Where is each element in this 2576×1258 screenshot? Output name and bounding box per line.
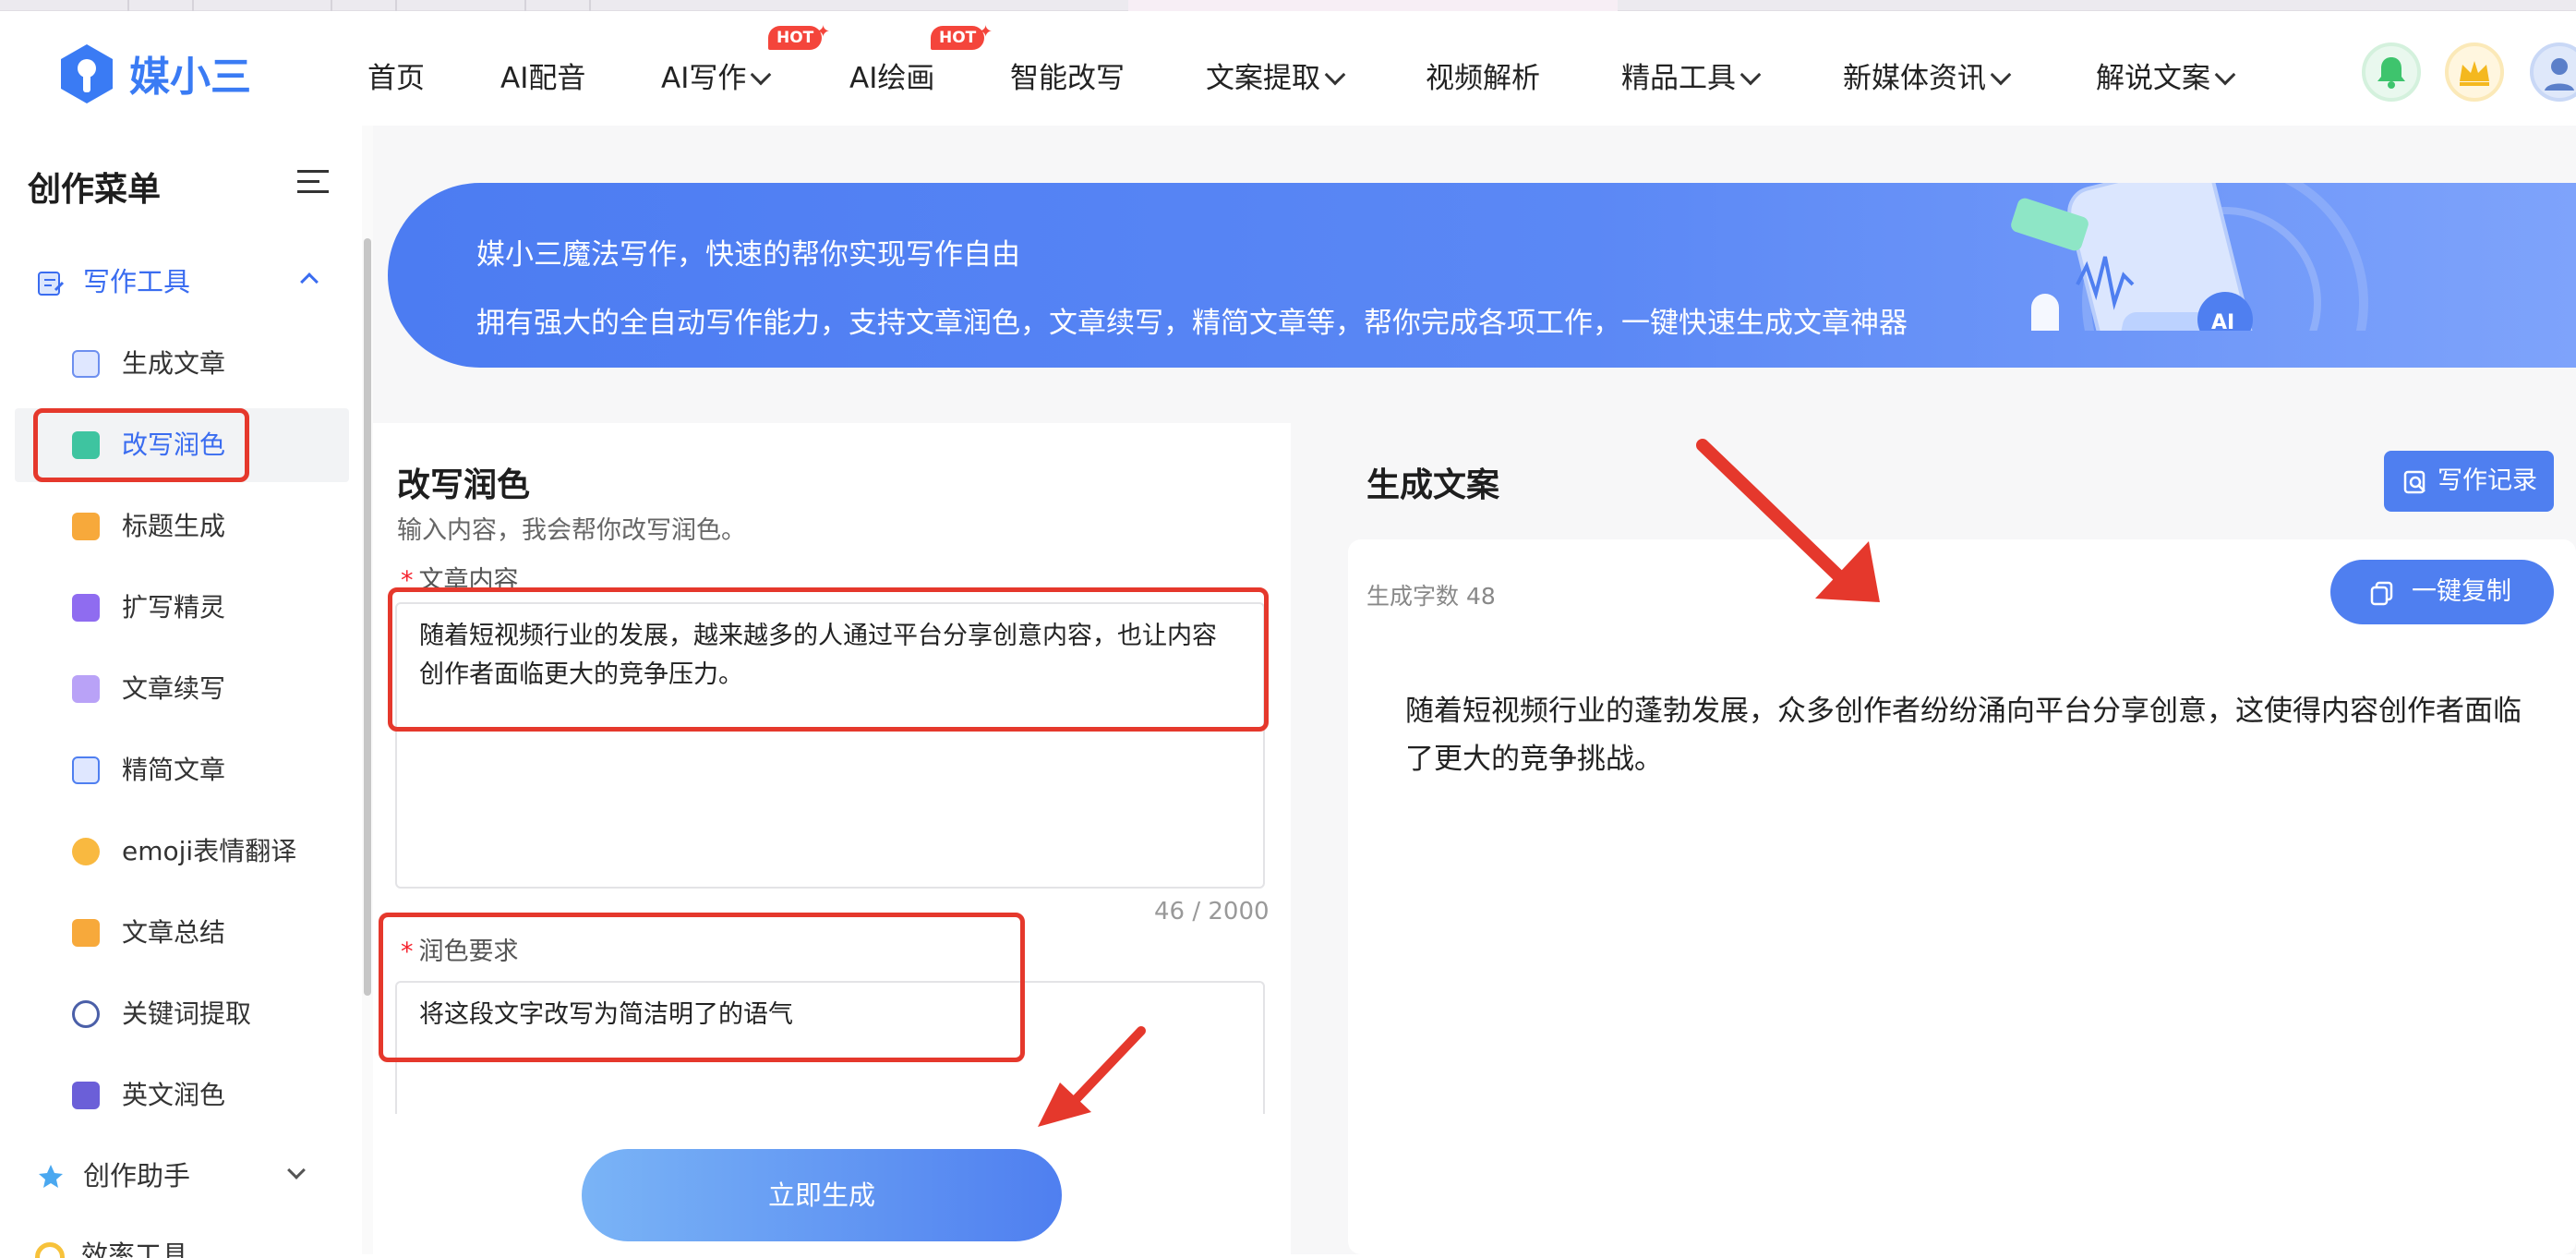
banner-description: 拥有强大的全自动写作能力，支持文章润色，文章续写，精简文章等，帮你完成各项工作，… — [476, 307, 1908, 340]
svg-text:AI: AI — [2211, 311, 2234, 331]
brand-name: 媒小三 — [129, 54, 251, 101]
form-subtitle: 输入内容，我会帮你改写润色。 — [397, 516, 746, 545]
chevron-down-icon — [751, 64, 772, 86]
condense-icon — [72, 756, 100, 784]
hot-badge: HOT — [931, 26, 985, 50]
sidebar: 创作菜单 写作工具 生成文章 改写润色 标题生成 扩写精灵 文章续写 精简文章 … — [0, 126, 362, 1258]
star-icon — [39, 1165, 63, 1188]
sidebar-item-condense[interactable]: 精简文章 — [15, 733, 349, 807]
copy-all-button[interactable]: 一键复制 — [2330, 560, 2554, 624]
sidebar-scroll-thumb[interactable] — [364, 238, 371, 996]
sidebar-group-writing-tools[interactable]: 写作工具 — [35, 257, 319, 307]
nav-ai-voice[interactable]: AI配音 — [500, 55, 585, 102]
history-icon — [2403, 470, 2426, 493]
summary-icon — [72, 919, 100, 947]
chevron-down-icon — [2214, 64, 2236, 86]
chevron-up-icon — [300, 272, 319, 291]
arrow-annotation-icon — [1038, 1026, 1146, 1127]
chevron-down-icon — [1324, 64, 1346, 86]
copy-icon — [2370, 581, 2393, 605]
arrow-annotation-icon — [1696, 439, 1880, 602]
hero-banner: 媒小三魔法写作，快速的帮你实现写作自由 拥有强大的全自动写作能力，支持文章润色，… — [388, 183, 2576, 368]
sidebar-item-expand[interactable]: 扩写精灵 — [15, 571, 349, 645]
sidebar-item-summary[interactable]: 文章总结 — [15, 896, 349, 970]
sidebar-group-assistant[interactable]: 创作助手 — [35, 1151, 306, 1201]
highlight-box-content — [388, 587, 1269, 732]
sidebar-title: 创作菜单 — [28, 171, 162, 209]
target-icon — [72, 1000, 100, 1028]
emoji-icon — [72, 838, 100, 865]
expand-icon — [72, 594, 100, 622]
nav-premium-tools[interactable]: 精品工具 — [1621, 55, 1762, 102]
banner-headline: 媒小三魔法写作，快速的帮你实现写作自由 — [476, 238, 1020, 272]
nav-media-news[interactable]: 新媒体资讯 — [1843, 55, 2012, 102]
sidebar-item-english[interactable]: 英文润色 — [15, 1058, 349, 1132]
nav-commentary[interactable]: 解说文案 — [2096, 55, 2236, 102]
sidebar-item-generate-article[interactable]: 生成文章 — [15, 327, 349, 401]
generate-button[interactable]: 立即生成 — [582, 1149, 1062, 1241]
sparkle-icon: ✦ — [979, 22, 993, 42]
hot-badge: HOT — [768, 26, 823, 50]
english-icon — [72, 1082, 100, 1109]
result-card — [1348, 539, 2576, 1254]
pen-icon — [72, 675, 100, 703]
top-nav: 媒小三 首页 AI配音 AI写作 HOT ✦ AI绘画 HOT ✦ 智能改写 文… — [0, 11, 2576, 126]
nav-smart-rewrite[interactable]: 智能改写 — [1010, 55, 1125, 102]
writing-history-button[interactable]: 写作记录 — [2384, 451, 2554, 512]
browser-active-tab[interactable] — [1128, 0, 1618, 11]
sparkle-icon: ✦ — [816, 22, 831, 42]
char-counter: 46 / 2000 — [1154, 898, 1270, 925]
chevron-down-icon — [1739, 64, 1762, 86]
result-text[interactable]: 随着短视频行业的蓬勃发展，众多创作者纷纷涌向平台分享创意，这使得内容创作者面临了… — [1405, 687, 2528, 783]
user-avatar[interactable] — [2530, 42, 2576, 102]
highlight-box-requirement — [379, 913, 1025, 1062]
highlight-box-sidebar — [33, 408, 249, 482]
sidebar-item-emoji[interactable]: emoji表情翻译 — [15, 815, 349, 889]
article-icon — [72, 350, 100, 378]
sidebar-item-continue[interactable]: 文章续写 — [15, 652, 349, 726]
sidebar-item-title-gen[interactable]: 标题生成 — [15, 490, 349, 563]
crown-icon[interactable] — [2445, 42, 2504, 102]
generated-count: 生成字数 48 — [1366, 583, 1496, 610]
title-icon — [72, 513, 100, 540]
sidebar-item-keyword[interactable]: 关键词提取 — [15, 977, 349, 1051]
nav-copy-extract[interactable]: 文案提取 — [1206, 55, 1346, 102]
nav-ai-painting[interactable]: AI绘画 — [849, 55, 934, 102]
menu-collapse-icon[interactable] — [297, 168, 331, 196]
bell-icon[interactable] — [2362, 42, 2421, 102]
nav-video-parse[interactable]: 视频解析 — [1426, 55, 1540, 102]
form-title: 改写润色 — [397, 466, 531, 504]
brand-logo[interactable]: 媒小三 — [57, 39, 279, 122]
banner-illustration: AI — [2011, 183, 2368, 331]
logo-icon: 媒小三 — [61, 44, 251, 103]
chevron-down-icon — [1990, 64, 2012, 86]
nav-ai-writing[interactable]: AI写作 — [661, 55, 772, 102]
result-title: 生成文案 — [1366, 466, 1500, 504]
writing-tools-icon — [38, 272, 65, 296]
chevron-down-icon — [287, 1161, 306, 1179]
browser-tab-strip — [0, 0, 2576, 11]
efficiency-icon — [35, 1242, 65, 1258]
nav-home[interactable]: 首页 — [367, 55, 425, 102]
